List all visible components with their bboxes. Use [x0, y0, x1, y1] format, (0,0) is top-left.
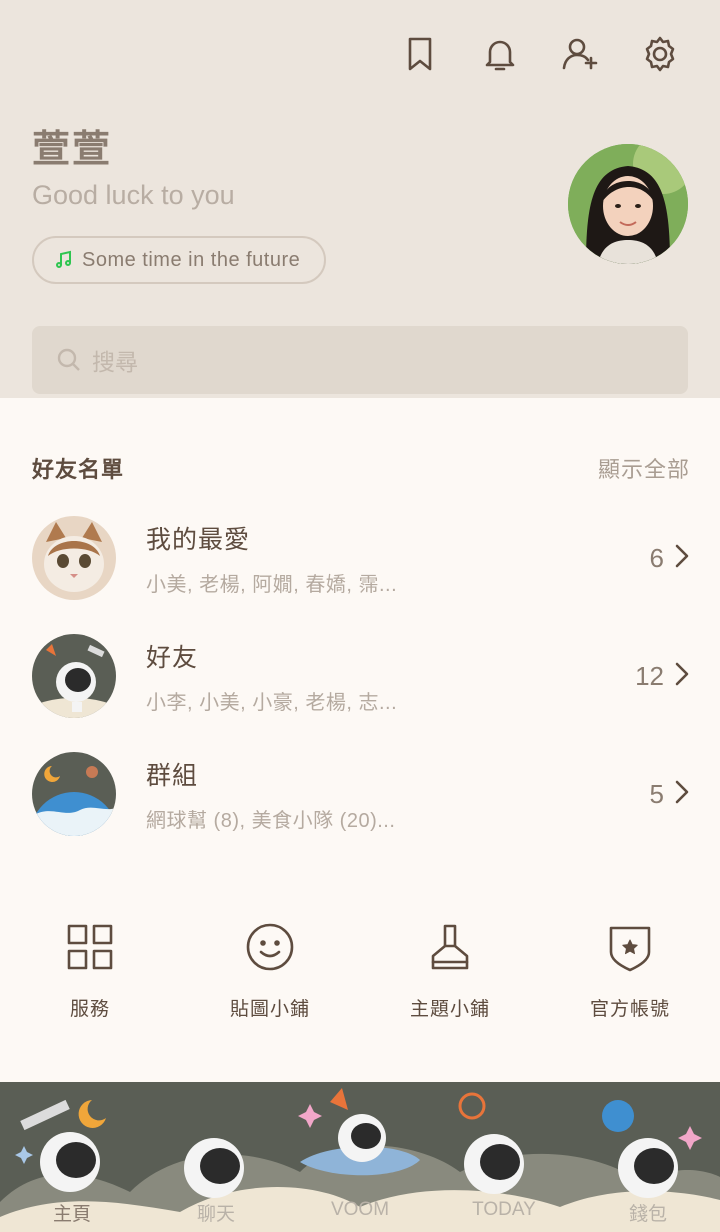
tab-today[interactable]: TODAY: [432, 1199, 576, 1226]
sticker-shop-button[interactable]: 貼圖小鋪: [180, 920, 360, 1021]
brush-icon: [431, 924, 469, 970]
favorites-avatar: [32, 516, 116, 600]
search-placeholder: 搜尋: [92, 349, 138, 375]
row-count: 5: [649, 778, 664, 809]
tab-voom[interactable]: VOOM: [288, 1199, 432, 1226]
chevron-right-icon: [674, 661, 690, 692]
friends-section-header: 好友名單 顯示全部: [32, 452, 690, 484]
profile-name[interactable]: 萱萱: [32, 118, 112, 173]
tab-wallet[interactable]: 錢包: [576, 1199, 720, 1226]
bell-icon[interactable]: [478, 32, 522, 76]
row-title: 我的最愛: [146, 525, 251, 554]
top-toolbar: [398, 32, 682, 76]
tab-chat[interactable]: 聊天: [144, 1199, 288, 1226]
gear-icon[interactable]: [638, 32, 682, 76]
status-message[interactable]: Good luck to you: [32, 180, 235, 211]
official-accounts-label: 官方帳號: [589, 999, 670, 1020]
bottom-tab-bar: 主頁 聊天 VOOM TODAY 錢包: [0, 1082, 720, 1232]
row-subtitle: 小李, 小美, 小豪, 老楊, 志...: [146, 691, 398, 714]
groups-avatar: [32, 752, 116, 836]
theme-shop-button[interactable]: 主題小鋪: [360, 920, 540, 1021]
quick-actions: 服務 貼圖小鋪 主題小鋪 官方帳號: [0, 920, 720, 1021]
grid-icon: [67, 924, 113, 970]
list-item-groups[interactable]: 群組 網球幫 (8), 美食小隊 (20)... 5: [32, 752, 690, 836]
chevron-right-icon: [674, 779, 690, 810]
friends-avatar: [32, 634, 116, 718]
bookmark-icon[interactable]: [398, 32, 442, 76]
theme-shop-label: 主題小鋪: [409, 999, 490, 1020]
friends-text: 好友 小李, 小美, 小豪, 老楊, 志...: [146, 638, 635, 715]
music-title: Some time in the future: [82, 248, 301, 271]
row-subtitle: 小美, 老楊, 阿嫺, 春嬌, 霈...: [146, 573, 398, 596]
favorites-text: 我的最愛 小美, 老楊, 阿嫺, 春嬌, 霈...: [146, 520, 650, 597]
tab-list: 主頁 聊天 VOOM TODAY 錢包: [0, 1199, 720, 1226]
row-count: 12: [635, 660, 664, 691]
music-note-icon: [56, 250, 71, 268]
list-item-friends[interactable]: 好友 小李, 小美, 小豪, 老楊, 志... 12: [32, 634, 690, 718]
search-bar[interactable]: 搜尋: [32, 326, 688, 394]
services-label: 服務: [69, 999, 110, 1020]
tab-home[interactable]: 主頁: [0, 1199, 144, 1226]
search-icon: [57, 348, 80, 371]
row-subtitle: 網球幫 (8), 美食小隊 (20)...: [146, 809, 396, 832]
row-title: 好友: [146, 643, 199, 672]
profile-header: 萱萱 Good luck to you Some time in the fut…: [0, 0, 720, 398]
sticker-shop-label: 貼圖小鋪: [229, 999, 310, 1020]
profile-music-button[interactable]: Some time in the future: [32, 236, 327, 284]
shield-star-icon: [609, 926, 651, 972]
row-count: 6: [649, 542, 664, 573]
groups-text: 群組 網球幫 (8), 美食小隊 (20)...: [146, 756, 650, 833]
list-item-favorites[interactable]: 我的最愛 小美, 老楊, 阿嫺, 春嬌, 霈... 6: [32, 516, 690, 600]
chevron-right-icon: [674, 543, 690, 574]
smiley-icon: [246, 923, 294, 971]
row-title: 群組: [146, 761, 199, 790]
profile-avatar[interactable]: [568, 144, 688, 264]
section-title: 好友名單: [32, 457, 125, 482]
services-button[interactable]: 服務: [0, 920, 180, 1021]
add-friend-icon[interactable]: [558, 32, 602, 76]
official-accounts-button[interactable]: 官方帳號: [540, 920, 720, 1021]
show-all-link[interactable]: 顯示全部: [598, 452, 690, 484]
